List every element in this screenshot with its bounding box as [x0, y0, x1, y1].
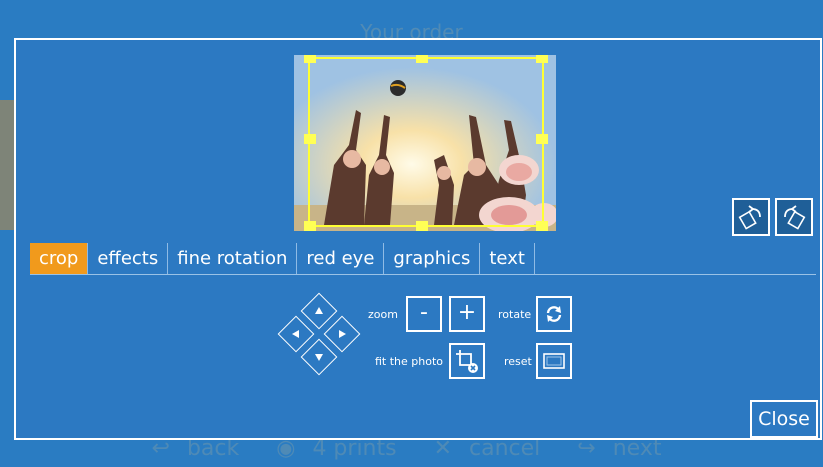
fit-photo-label: fit the photo [375, 355, 444, 368]
crop-handle-top-right[interactable] [536, 55, 548, 63]
crop-handle-right[interactable] [536, 134, 548, 144]
tab-red-eye[interactable]: red eye [297, 243, 385, 274]
zoom-out-button[interactable]: - [406, 296, 442, 332]
tab-graphics[interactable]: graphics [384, 243, 481, 274]
rotate-label: rotate [498, 308, 532, 321]
crop-handle-left[interactable] [304, 134, 316, 144]
photo-editor-dialog: crop effects fine rotation red eye graph… [14, 38, 822, 440]
rotate-left-button[interactable] [732, 198, 770, 236]
crop-handle-bottom-left[interactable] [304, 221, 316, 231]
reset-button[interactable] [536, 343, 572, 379]
tab-text[interactable]: text [480, 243, 535, 274]
crop-handle-top[interactable] [416, 55, 428, 63]
crop-handle-bottom-right[interactable] [536, 221, 548, 231]
pan-direction-pad [277, 292, 361, 379]
crop-fit-icon [456, 350, 478, 373]
rotate-right-icon [784, 205, 806, 230]
editor-tabs: crop effects fine rotation red eye graph… [30, 243, 816, 275]
crop-handle-top-left[interactable] [304, 55, 316, 63]
tab-crop[interactable]: crop [30, 243, 89, 274]
rotate-button[interactable] [536, 296, 572, 332]
reset-frame-icon [543, 353, 565, 369]
pan-down-button[interactable] [300, 338, 338, 376]
zoom-in-button[interactable]: + [449, 296, 485, 332]
tab-effects[interactable]: effects [88, 243, 169, 274]
crop-handle-bottom[interactable] [416, 221, 428, 231]
close-button[interactable]: Close [750, 400, 818, 438]
fit-photo-button[interactable] [449, 343, 485, 379]
tab-fine-rotation[interactable]: fine rotation [168, 243, 298, 274]
rotate-left-icon [738, 205, 761, 230]
refresh-icon [546, 306, 562, 322]
pan-right-button[interactable] [323, 315, 361, 353]
zoom-label: zoom [368, 308, 398, 321]
reset-label: reset [504, 355, 532, 368]
rotate-right-button[interactable] [775, 198, 813, 236]
crop-frame[interactable] [304, 55, 548, 231]
photo-preview[interactable] [294, 55, 556, 231]
